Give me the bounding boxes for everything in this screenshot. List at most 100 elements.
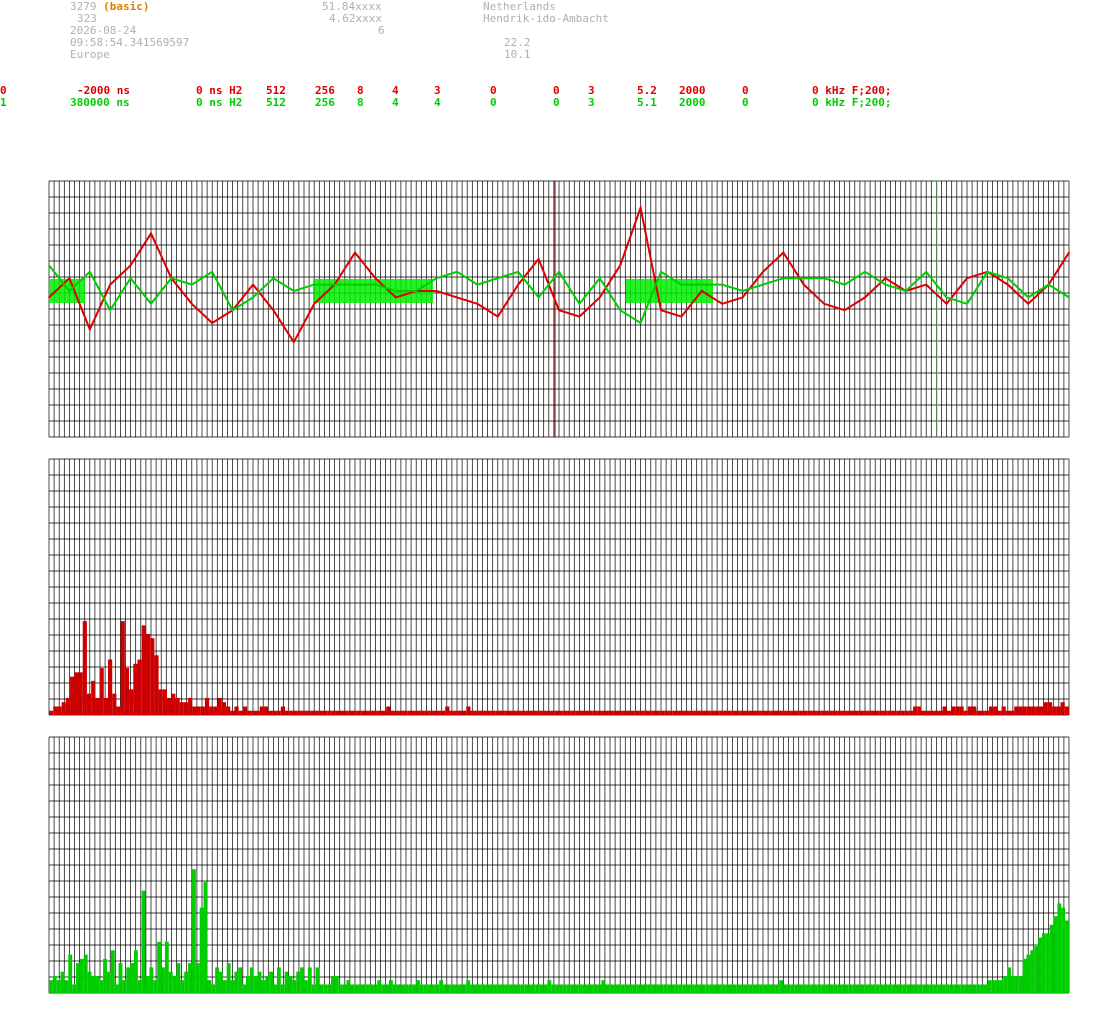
green-histogram-bar [644,984,648,993]
green-histogram-bar [713,984,718,993]
red-histogram-bar [242,706,248,715]
red-histogram-bar [91,680,96,715]
green-histogram-bar [56,980,61,993]
red-point [129,264,132,267]
red-histogram-bar [255,710,260,715]
red-histogram-bar [866,710,871,715]
green-histogram-bar [852,984,857,993]
red-histogram-bar [120,621,125,715]
green-point [884,283,887,286]
red-histogram-bar [419,710,425,715]
green-histogram-bar [222,980,227,993]
green-histogram-bar [698,984,702,993]
green-point [231,309,234,312]
red-histogram-bar [289,710,294,715]
green-point [843,283,846,286]
green-histogram-bar [489,984,494,993]
green-histogram-bar [365,984,370,993]
green-histogram-bar [763,984,768,993]
red-point [823,303,825,305]
red-histogram-bar [339,710,345,715]
green-histogram-bar [369,984,374,993]
green-point [293,290,295,292]
green-histogram-bar [686,984,691,993]
green-histogram-bar [419,984,424,993]
green-histogram-bar [1011,975,1015,993]
green-histogram-bar [520,984,525,993]
red-histogram-bar [769,710,774,715]
red-histogram-bar [613,710,618,715]
red-histogram-bar [478,710,484,715]
red-point [1027,303,1029,305]
red-histogram-bar [1035,706,1040,715]
red-histogram-bar [1056,706,1061,715]
green-histogram-bar [1003,975,1008,993]
red-histogram-bar [512,710,517,715]
red-histogram-bar [221,702,227,715]
green-histogram-bar [83,954,88,993]
red-histogram-bar [870,710,876,715]
green-histogram-bar [551,984,556,993]
red-histogram-bar [310,710,315,715]
red-histogram-bar [348,710,353,715]
green-histogram-bar [103,958,107,993]
red-histogram-bar [112,693,117,715]
green-point [660,271,662,273]
red-histogram-bar [247,710,252,715]
red-point [252,283,254,286]
green-histogram-bar [122,980,127,993]
red-histogram-bar [145,633,151,715]
green-point [864,271,866,273]
green-histogram-bar [960,984,965,993]
red-histogram-bar [457,710,463,715]
red-histogram-bar [495,710,500,715]
red-histogram-bar [698,710,703,715]
red-histogram-bar [862,710,867,715]
green-histogram-bar [114,984,119,993]
green-histogram-bar [474,984,478,993]
green-histogram-bar [659,984,664,993]
green-histogram-bar [640,984,644,993]
red-histogram-bar [251,710,256,715]
green-histogram-bar [1061,907,1066,993]
red-histogram-bar [462,710,467,715]
green-histogram-bar [176,963,181,993]
green-histogram-bar [164,941,169,993]
red-histogram-bar [491,710,496,715]
red-histogram-bar [263,706,269,715]
red-point [558,309,560,312]
green-histogram-bar [331,975,335,993]
green-histogram-bar [856,984,861,993]
red-histogram-bar [917,706,922,715]
green-histogram-bar [964,984,969,993]
red-histogram-bar [803,710,808,715]
red-histogram-bar [563,710,568,715]
green-histogram-bar [717,984,722,993]
green-histogram-bar [825,984,830,993]
green-histogram-bar [821,984,826,993]
green-histogram-bar [601,980,606,993]
green-histogram-bar [628,984,633,993]
green-histogram-bar [759,984,764,993]
red-histogram-bar [883,710,888,715]
green-histogram-bar [941,984,946,993]
red-histogram-bar [706,710,711,715]
green-histogram-bar [578,984,583,993]
red-histogram-bar [293,710,298,715]
green-histogram-bar [246,975,250,993]
green-histogram-bar [292,980,297,993]
red-histogram-bar [896,710,901,715]
green-point [211,271,213,273]
green-histogram-bar [446,984,451,993]
green-histogram-bar [972,984,977,993]
green-histogram-bar [829,984,834,993]
green-point [680,283,683,286]
green-histogram-bar [64,980,69,993]
red-histogram-bar [710,710,715,715]
green-point [1047,283,1050,286]
green-point [415,290,418,292]
red-histogram-bar [129,689,134,715]
green-histogram-bar [230,980,235,993]
red-histogram-bar [1014,706,1019,715]
green-histogram-bar [454,984,459,993]
